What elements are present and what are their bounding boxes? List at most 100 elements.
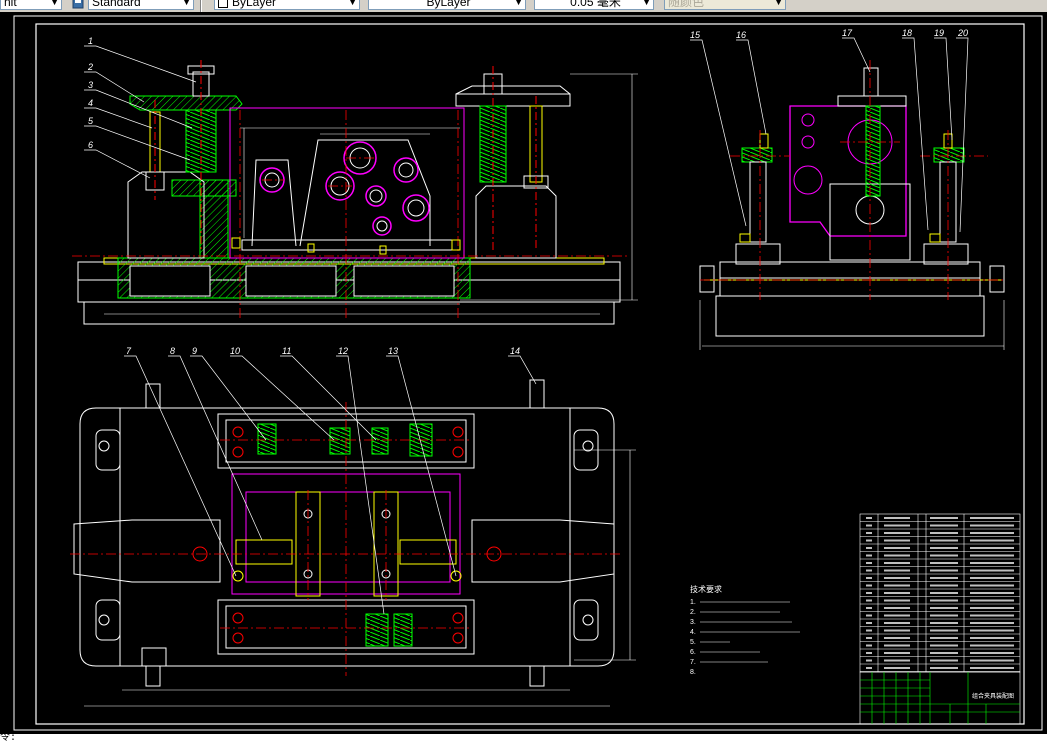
bom-cell-text (884, 622, 910, 624)
part-label-15: 15 (690, 30, 701, 40)
bom-cell-text (970, 629, 1014, 632)
bom-cell-text (930, 577, 958, 579)
bom-cell-text (884, 577, 910, 579)
bom-cell-text (884, 659, 910, 662)
bom-cell-text (866, 667, 872, 669)
bom-cell-text (866, 637, 872, 639)
bom-cell-text (884, 517, 910, 519)
title-block-name: 组合夹具装配图 (972, 692, 1014, 700)
part-label-17: 17 (842, 28, 853, 38)
bom-cell-text (884, 614, 910, 617)
bom-cell-text (970, 607, 1014, 609)
bom-cell-text (866, 539, 872, 542)
part-label-1: 1 (88, 36, 93, 46)
bom-cell-text (866, 517, 872, 519)
bom-cell-text (970, 659, 1014, 662)
part-label-11: 11 (282, 346, 291, 356)
bom-cell-text (884, 539, 910, 542)
chevron-down-icon: ▼ (642, 0, 651, 7)
bom-cell-text (970, 667, 1014, 669)
bom-cell-text (930, 532, 958, 534)
layer-value: ByLayer (232, 0, 277, 9)
command-line[interactable]: 令: (0, 734, 1047, 744)
bom-cell-text (884, 524, 910, 527)
dimension-style-icon (72, 0, 84, 9)
part-label-4: 4 (88, 98, 93, 108)
chevron-down-icon: ▼ (50, 0, 59, 7)
tech-note-8: 8. (690, 669, 696, 676)
lineweight-combo[interactable]: 0.05 毫米 ▼ (534, 0, 654, 10)
text-style-combo[interactable]: nit ▼ (0, 0, 62, 10)
part-label-13: 13 (388, 346, 398, 356)
bom-cell-text (866, 622, 872, 624)
toolbar-separator (200, 0, 202, 12)
bom-cell-text (866, 547, 872, 549)
title-block: 组合夹具装配图 (859, 671, 1021, 725)
chevron-down-icon: ▼ (182, 0, 191, 7)
bom-cell-text (930, 637, 958, 639)
part-label-19: 19 (934, 28, 944, 38)
bom-cell-text (866, 569, 872, 572)
bom-cell-text (970, 614, 1014, 617)
bom-cell-text (884, 607, 910, 609)
lineweight-value: 0.05 毫米 (570, 0, 621, 9)
part-label-18: 18 (902, 28, 912, 38)
bom-cell-text (884, 652, 910, 654)
bom-cell-text (866, 592, 872, 594)
drawing-canvas[interactable]: 1 2 3 4 5 6 7 8 9 10 11 12 13 14 15 16 1… (0, 12, 1047, 734)
bom-cell-text (884, 562, 910, 564)
dim-style-combo[interactable]: Standard ▼ (88, 0, 194, 10)
bom-cell-text (884, 532, 910, 534)
chevron-down-icon: ▼ (348, 0, 357, 7)
plot-style-combo[interactable]: 随颜色 ▼ (664, 0, 786, 10)
linetype-combo[interactable]: ByLayer ▼ (368, 0, 526, 10)
bom-cell-text (884, 629, 910, 632)
bom-cell-text (930, 584, 958, 587)
bom-cell-text (884, 554, 910, 557)
bom-cell-text (884, 547, 910, 549)
part-label-10: 10 (230, 346, 240, 356)
tech-note-3: 3. (690, 619, 696, 626)
bom-cell-text (970, 599, 1014, 602)
bom-cell-text (866, 584, 872, 587)
bom-cell-text (970, 577, 1014, 579)
bom-cell-text (930, 652, 958, 654)
bom-cell-text (866, 659, 872, 662)
bom-cell-text (970, 539, 1014, 542)
tech-note-1: 1. (690, 599, 696, 606)
bom-cell-text (970, 562, 1014, 564)
text-style-value: nit (4, 0, 17, 9)
plot-style-value: 随颜色 (668, 0, 705, 9)
bom-cell-text (866, 562, 872, 564)
part-label-7: 7 (126, 346, 132, 356)
bom-cell-text (884, 599, 910, 602)
chevron-down-icon: ▼ (514, 0, 523, 7)
bom-cell-text (970, 547, 1014, 549)
bom-cell-text (884, 667, 910, 669)
bom-cell-text (866, 644, 872, 647)
side-view-leaders (690, 37, 969, 233)
bom-cell-text (970, 532, 1014, 534)
front-view (72, 60, 638, 325)
part-label-9: 9 (192, 346, 197, 356)
bom-cell-text (930, 659, 958, 662)
top-view-leaders (124, 355, 537, 615)
bom-cell-text (866, 629, 872, 632)
bom-cell-text (866, 652, 872, 654)
bom-cell-text (930, 547, 958, 549)
bom-cell-text (970, 644, 1014, 647)
part-label-3: 3 (88, 80, 93, 90)
bom-cell-text (970, 652, 1014, 654)
bom-cell-text (930, 592, 958, 594)
bom-cell-text (884, 569, 910, 572)
layer-combo[interactable]: ByLayer ▼ (214, 0, 360, 10)
front-view-leaders (84, 45, 197, 179)
bom-cell-text (884, 644, 910, 647)
part-label-12: 12 (338, 346, 348, 356)
part-label-16: 16 (736, 30, 746, 40)
bom-cell-text (930, 599, 958, 602)
bom-cell-text (930, 614, 958, 617)
bom-cell-text (930, 524, 958, 527)
bom-cell-text (866, 524, 872, 527)
bom-cell-text (970, 622, 1014, 624)
